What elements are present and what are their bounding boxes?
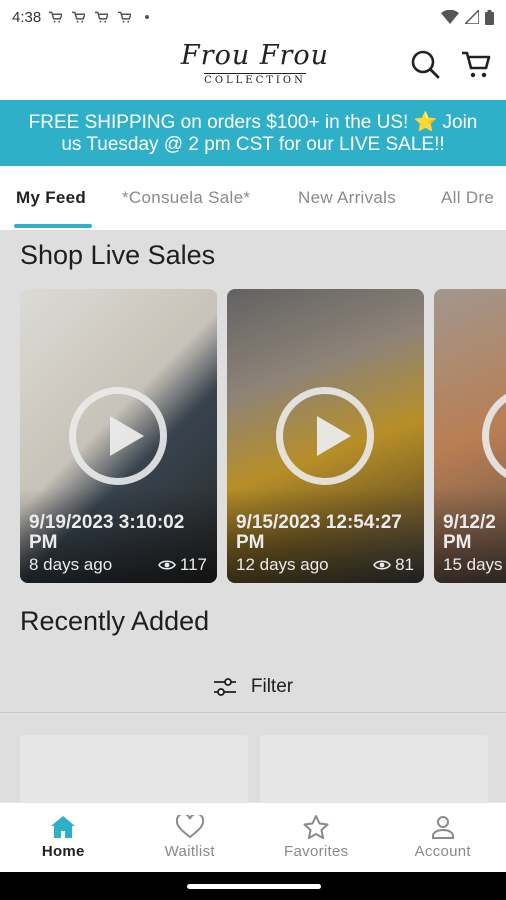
view-count: 117 (179, 555, 207, 574)
status-bar: 4:38 (0, 0, 506, 34)
promo-banner[interactable]: FREE SHIPPING on orders $100+ in the US!… (0, 100, 506, 166)
search-icon[interactable] (409, 48, 441, 80)
banner-line-1: FREE SHIPPING on orders $100+ in the US!… (28, 112, 478, 133)
tab-all-dresses[interactable]: All Dre (441, 188, 494, 208)
view-count: 81 (395, 555, 414, 574)
play-icon[interactable] (276, 387, 374, 485)
video-age: 12 days ago (236, 555, 329, 574)
video-views: 81 (373, 555, 414, 575)
nav-favorites-label: Favorites (284, 843, 349, 860)
video-date: 9/15/2023 12:54:27 PM (236, 512, 402, 553)
star-icon (303, 815, 329, 839)
logo-script: Frou Frou (180, 40, 330, 71)
live-sale-video-card[interactable]: 9/15/2023 12:54:27 PM 12 days ago 81 (227, 289, 424, 583)
active-tab-indicator (14, 224, 92, 228)
logo-subtitle: COLLECTION (204, 73, 306, 86)
video-age: 8 days ago (29, 555, 113, 574)
eye-icon (157, 560, 176, 570)
nav-account-label: Account (414, 843, 471, 860)
status-indicators (441, 9, 494, 25)
main-feed: Shop Live Sales 9/19/2023 3:10:02 PM 8 d… (0, 230, 506, 802)
nav-waitlist-label: Waitlist (164, 843, 215, 860)
divider (0, 712, 506, 713)
filter-button[interactable]: Filter (0, 662, 506, 712)
live-sale-video-card[interactable]: 9/12/2 PM 15 days (434, 289, 506, 583)
status-time: 4:38 (12, 8, 42, 26)
banner-line-2: us Tuesday @ 2 pm CST for our LIVE SALE!… (61, 134, 445, 155)
video-age: 15 days (443, 555, 503, 574)
category-tabs: My Feed *Consuela Sale* New Arrivals All… (0, 166, 506, 230)
nav-home[interactable]: Home (0, 803, 127, 872)
heart-icon (175, 815, 204, 839)
cart-notification-icon (72, 11, 86, 23)
home-gesture-handle[interactable] (187, 884, 321, 889)
nav-favorites[interactable]: Favorites (253, 803, 380, 872)
app-header: Frou Frou COLLECTION (0, 34, 506, 100)
play-icon[interactable] (69, 387, 167, 485)
cart-notification-icon (95, 11, 109, 23)
tab-consuela-sale[interactable]: *Consuela Sale* (122, 188, 250, 208)
live-sale-video-card[interactable]: 9/19/2023 3:10:02 PM 8 days ago 117 (20, 289, 217, 583)
video-views: 117 (157, 555, 207, 575)
signal-icon (465, 10, 479, 24)
product-card[interactable] (20, 735, 248, 802)
system-gesture-bar (0, 872, 506, 900)
video-date: 9/19/2023 3:10:02 PM (29, 512, 185, 553)
home-icon (51, 816, 76, 838)
nav-account[interactable]: Account (380, 803, 506, 872)
bottom-navigation: Home Waitlist Favorites Account (0, 802, 506, 872)
cart-notification-icon (49, 11, 63, 23)
nav-waitlist[interactable]: Waitlist (127, 803, 254, 872)
tab-my-feed[interactable]: My Feed (16, 188, 86, 208)
wifi-icon (441, 10, 459, 24)
play-icon[interactable] (482, 387, 506, 485)
eye-icon (373, 560, 392, 570)
tab-new-arrivals[interactable]: New Arrivals (298, 188, 396, 208)
more-notifications-dot-icon (145, 15, 150, 19)
nav-home-label: Home (41, 843, 85, 860)
brand-logo[interactable]: Frou Frou COLLECTION (175, 42, 335, 94)
cart-icon[interactable] (460, 48, 492, 80)
filter-sliders-icon (213, 678, 236, 696)
filter-label: Filter (250, 676, 294, 697)
person-icon (431, 816, 454, 839)
product-card[interactable] (260, 735, 488, 802)
live-sales-title: Shop Live Sales (20, 240, 216, 270)
video-date: 9/12/2 PM (443, 512, 496, 553)
cart-notification-icon (118, 11, 132, 23)
recently-added-title: Recently Added (20, 606, 210, 636)
battery-icon (485, 9, 494, 25)
